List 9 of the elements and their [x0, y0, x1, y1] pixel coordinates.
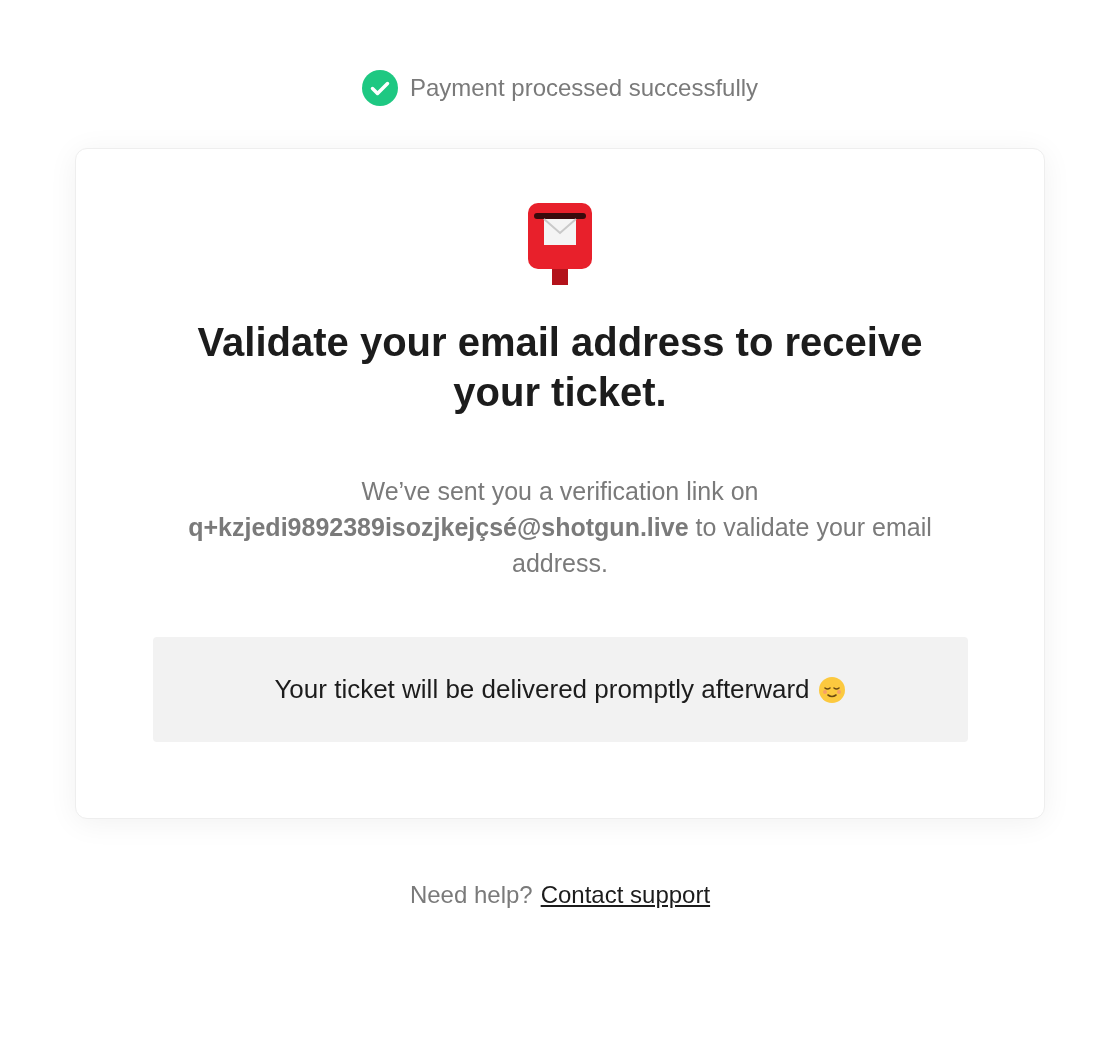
status-message: Payment processed successfully: [409, 73, 759, 103]
verification-message: We’ve sent you a verification link on q+kzjedi9892389isozjkejçsé@shotgun.live to validate your email address.: [187, 476, 933, 579]
help-text: Need help?: [409, 880, 533, 910]
postbox-icon: [528, 203, 592, 285]
notice-text: Your ticket will be delivered promptly afterward: [274, 673, 810, 706]
card-title: Validate your email address to receive your ticket.: [196, 319, 924, 416]
contact-support-link[interactable]: Contact support: [540, 877, 711, 913]
relieved-face-icon: [817, 675, 846, 704]
check-icon: [361, 70, 398, 106]
